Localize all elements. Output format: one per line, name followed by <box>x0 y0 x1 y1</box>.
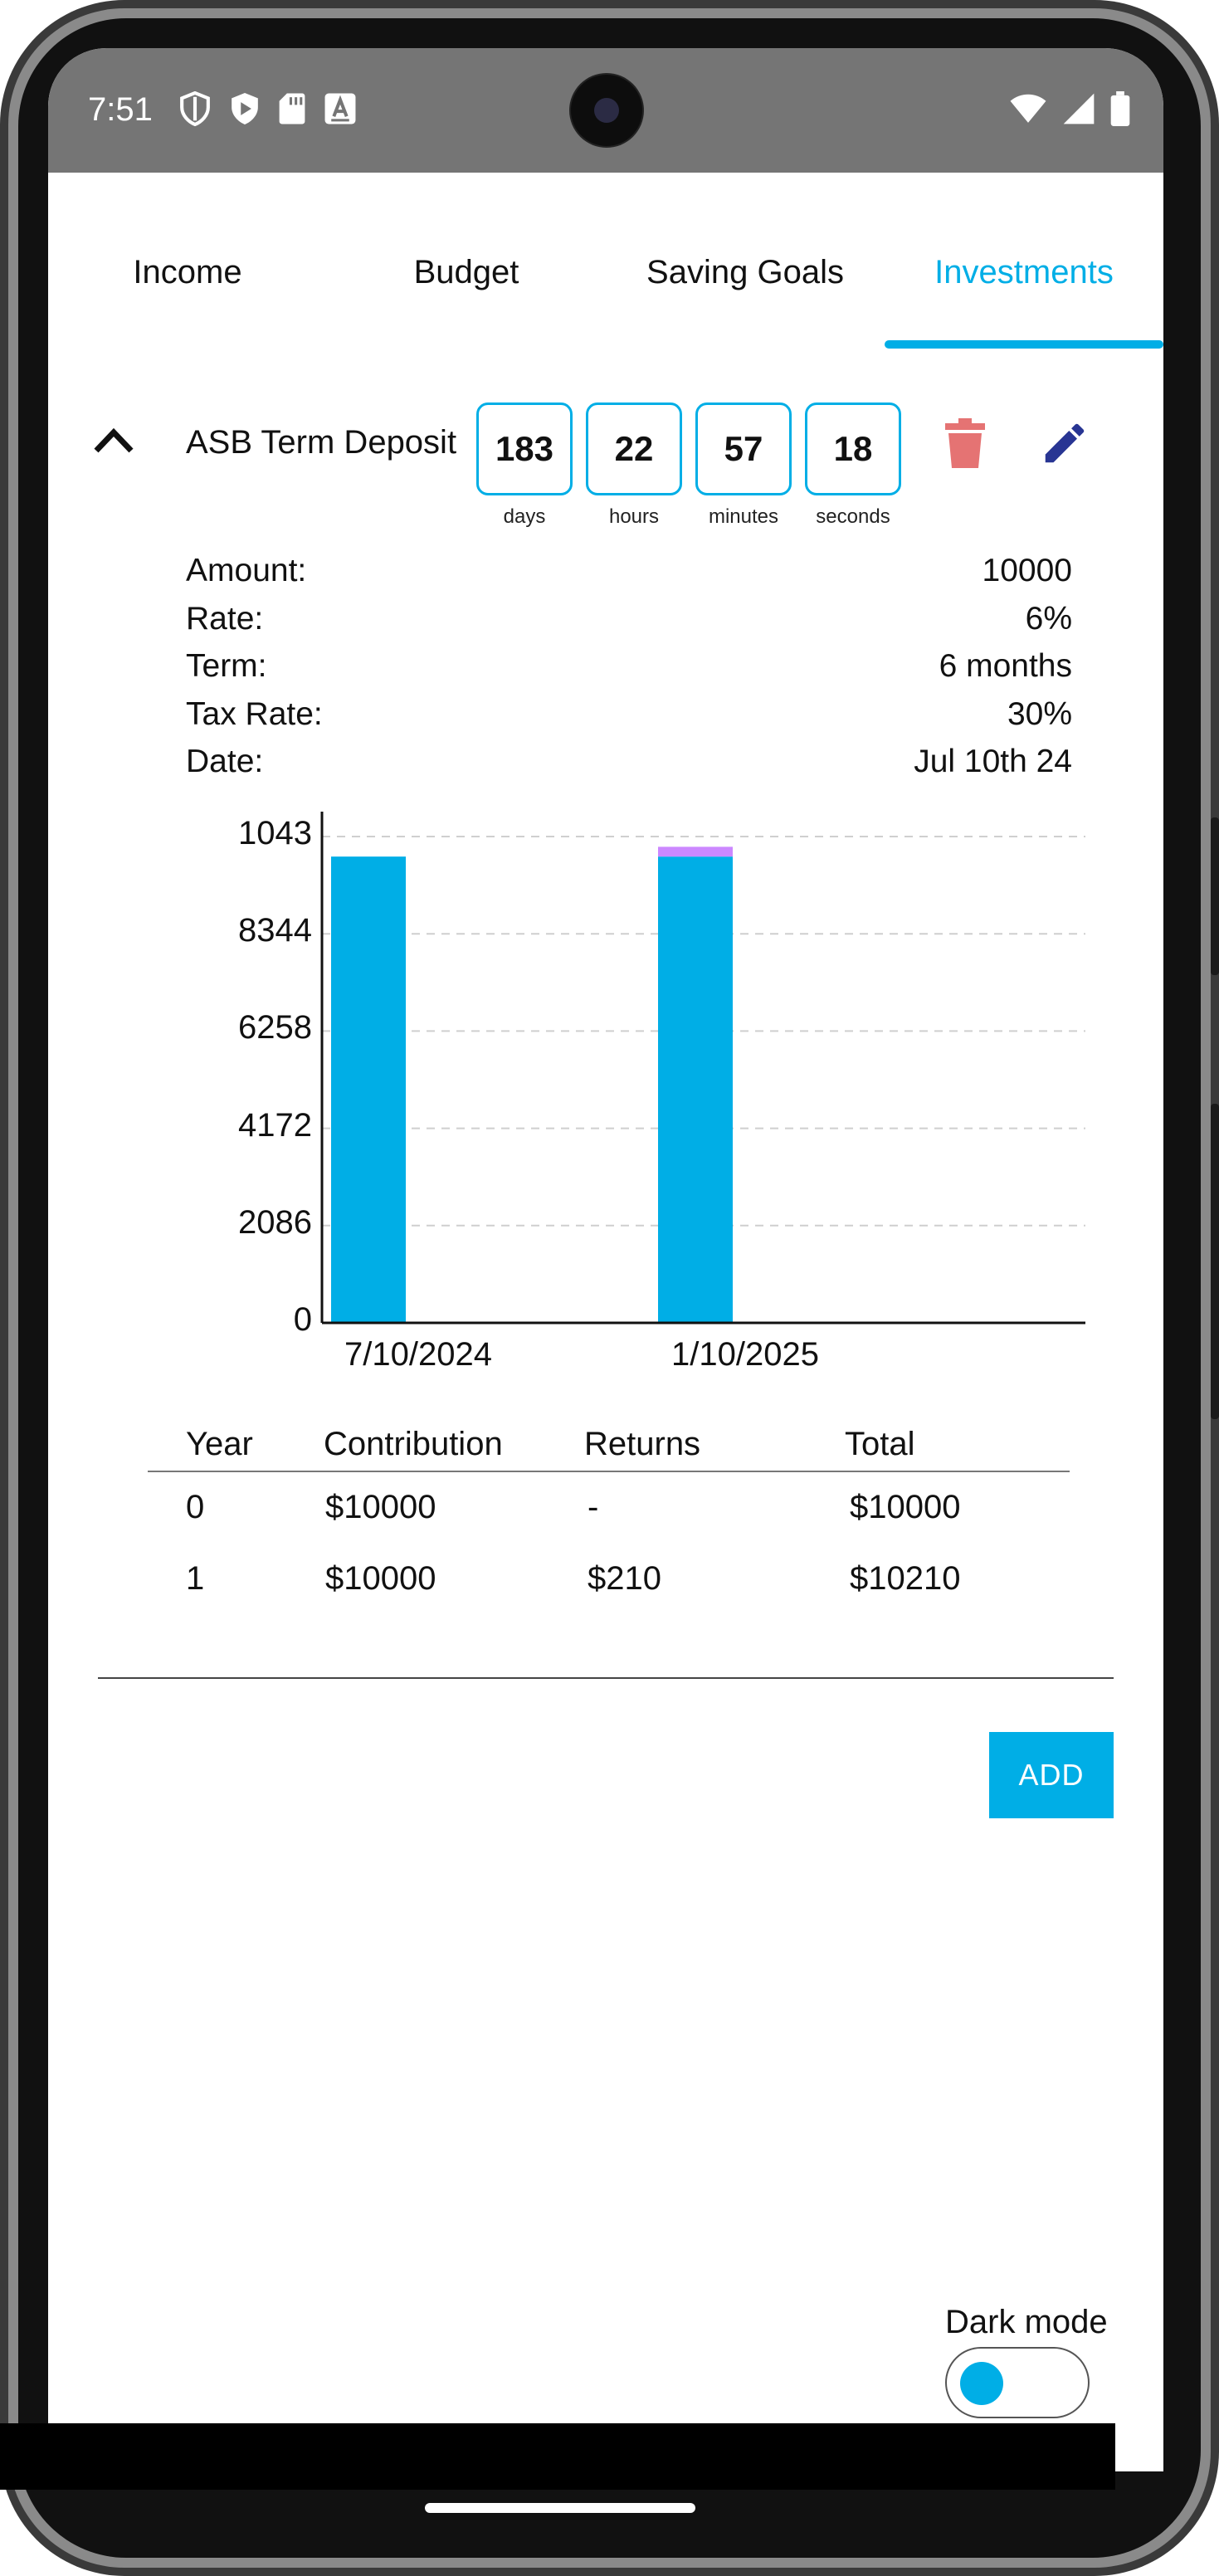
table-cell: $210 <box>588 1560 661 1597</box>
tab-bar: Income Budget Saving Goals Investments <box>48 173 1163 351</box>
investment-title: ASB Term Deposit <box>186 424 457 461</box>
wifi-icon <box>1010 94 1046 123</box>
app-screen: 7:51 Income Budget Saving Goals Investme… <box>48 48 1163 2471</box>
font-a-icon <box>324 93 356 124</box>
table-header-returns: Returns <box>584 1426 701 1462</box>
table-cell: 0 <box>186 1489 205 1525</box>
signal-icon <box>1063 93 1095 124</box>
detail-label: Date: <box>186 744 264 779</box>
detail-row-tax-rate: Tax Rate: 30% <box>186 696 1072 744</box>
x-tick-label: 7/10/2024 <box>344 1336 492 1373</box>
detail-value: Jul 10th 24 <box>914 744 1072 779</box>
detail-label: Amount: <box>186 553 307 588</box>
toggle-knob <box>960 2362 1003 2405</box>
status-time: 7:51 <box>88 91 153 128</box>
status-icons-left <box>179 91 357 126</box>
chevron-up-icon[interactable] <box>93 426 134 458</box>
countdown-hours: 22 <box>586 402 682 495</box>
tab-saving-goals[interactable]: Saving Goals <box>646 254 844 291</box>
tab-investments[interactable]: Investments <box>934 254 1114 291</box>
table-header-contribution: Contribution <box>324 1426 503 1462</box>
detail-value: 6% <box>1025 600 1072 637</box>
y-tick-label: 6258 <box>238 1009 312 1046</box>
navigation-bar <box>0 2423 1115 2490</box>
delete-icon[interactable] <box>936 414 994 472</box>
table-cell: $10210 <box>850 1560 961 1597</box>
table-cell: $10000 <box>850 1489 961 1525</box>
countdown-days-label: days <box>503 505 546 528</box>
bar-segment <box>658 846 733 857</box>
status-bar: 7:51 <box>48 48 1163 173</box>
countdown-hours-label: hours <box>608 505 660 528</box>
table-cell: $10000 <box>325 1489 436 1525</box>
detail-label: Rate: <box>186 600 264 637</box>
detail-row-amount: Amount: 10000 <box>186 553 1072 601</box>
table-cell: $10000 <box>325 1560 436 1597</box>
bar-segment <box>331 856 406 1323</box>
countdown-seconds-label: seconds <box>816 505 890 528</box>
shield-outline-icon <box>180 91 210 126</box>
dark-mode-toggle[interactable] <box>945 2347 1090 2418</box>
detail-value: 10000 <box>982 553 1072 588</box>
bar-segment <box>658 856 733 1323</box>
y-tick-label: 0 <box>293 1301 312 1338</box>
x-tick-label: 1/10/2025 <box>671 1336 819 1373</box>
detail-label: Tax Rate: <box>186 695 323 732</box>
countdown-minutes: 57 <box>695 402 792 495</box>
y-tick-label: 2086 <box>238 1203 312 1241</box>
detail-row-term: Term: 6 months <box>186 648 1072 696</box>
detail-value: 6 months <box>939 648 1072 684</box>
tab-budget[interactable]: Budget <box>414 254 519 291</box>
sd-card-icon <box>279 93 305 124</box>
battery-icon <box>1110 91 1130 126</box>
table-header-year: Year <box>186 1426 253 1462</box>
y-tick-label: 1043 <box>238 815 312 851</box>
y-tick-label: 4172 <box>238 1106 312 1144</box>
countdown-minutes-label: minutes <box>708 505 779 528</box>
detail-row-date: Date: Jul 10th 24 <box>186 744 1072 792</box>
detail-value: 30% <box>1007 695 1072 732</box>
table-header-total: Total <box>845 1426 915 1462</box>
detail-label: Term: <box>186 648 267 684</box>
volume-button <box>1211 817 1219 975</box>
table-cell: - <box>588 1489 599 1525</box>
tab-income[interactable]: Income <box>133 254 241 291</box>
edit-pencil-icon[interactable] <box>1036 414 1094 472</box>
table-cell: 1 <box>186 1560 205 1597</box>
status-icons-right <box>1009 91 1130 126</box>
dark-mode-label: Dark mode <box>945 2304 1108 2340</box>
investment-details: Amount: 10000 Rate: 6% Term: 6 months Ta… <box>186 553 1072 792</box>
y-tick-label: 8344 <box>238 912 312 949</box>
table-header-divider <box>148 1471 1070 1472</box>
countdown-seconds: 18 <box>805 402 901 495</box>
investment-header: ASB Term Deposit 183 days 22 hours 57 mi… <box>48 351 1163 550</box>
power-button <box>1211 1104 1219 1419</box>
countdown-days: 183 <box>476 402 573 495</box>
add-investment-button[interactable]: ADD <box>989 1732 1114 1818</box>
investment-bar-chart: 0 2086 4172 6258 8344 1043 7/10/2024 1/10/2025 <box>164 803 1085 1401</box>
detail-row-rate: Rate: 6% <box>186 601 1072 649</box>
front-camera <box>571 75 642 146</box>
tab-active-indicator <box>885 340 1163 349</box>
play-shield-icon <box>232 93 258 124</box>
home-gesture-handle[interactable] <box>425 2503 695 2513</box>
section-divider <box>98 1677 1114 1679</box>
